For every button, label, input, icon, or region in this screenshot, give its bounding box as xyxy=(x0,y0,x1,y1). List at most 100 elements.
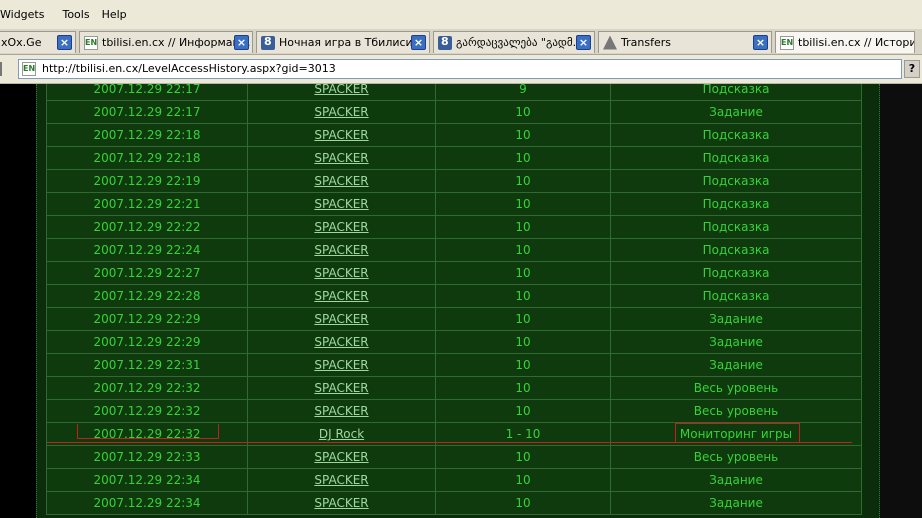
url-text[interactable]: http://tbilisi.en.cx/LevelAccessHistory.… xyxy=(42,60,336,78)
user-cell: SPACKER xyxy=(247,84,436,101)
user-link[interactable]: SPACKER xyxy=(314,450,368,464)
en-icon xyxy=(22,62,36,76)
time-cell: 2007.12.29 22:24 xyxy=(46,238,248,262)
level-cell: 10 xyxy=(435,215,611,239)
time-cell: 2007.12.29 22:29 xyxy=(46,307,248,331)
level-cell: 10 xyxy=(435,468,611,492)
g8-icon xyxy=(438,35,452,50)
page-content: 2007.12.29 22:17 SPACKER 9 Подсказка 2007.12… xyxy=(0,84,922,518)
en-icon xyxy=(84,35,98,50)
tab-xox[interactable]: xOx.Ge × xyxy=(0,31,76,53)
user-link[interactable]: SPACKER xyxy=(314,266,368,280)
table-row: 2007.12.29 22:21 SPACKER 10 Подсказка xyxy=(46,192,862,216)
tab-tbilisi-history[interactable]: tbilisi.en.cx // История xyxy=(775,31,915,53)
tab-label: Ночная игра в Тбилиси ... xyxy=(279,36,427,49)
table-row: 2007.12.29 22:31 SPACKER 10 Задание xyxy=(46,353,862,377)
time-cell: 2007.12.29 22:34 xyxy=(46,491,248,515)
help-button[interactable]: ? xyxy=(904,60,920,78)
type-cell: Весь уровень xyxy=(610,376,862,400)
close-icon[interactable]: × xyxy=(57,35,72,50)
level-cell: 10 xyxy=(435,146,611,170)
type-cell: Подсказка xyxy=(610,169,862,193)
level-cell: 10 xyxy=(435,307,611,331)
tab-label: Transfers xyxy=(621,36,671,49)
menu-widgets[interactable]: Widgets xyxy=(0,8,56,21)
user-link[interactable]: SPACKER xyxy=(314,496,368,510)
level-cell: 10 xyxy=(435,123,611,147)
user-cell: SPACKER xyxy=(247,215,436,239)
user-cell: SPACKER xyxy=(247,284,436,308)
type-cell: Весь уровень xyxy=(610,399,862,423)
level-cell: 10 xyxy=(435,399,611,423)
level-cell: 10 xyxy=(435,261,611,285)
g8-icon xyxy=(261,35,275,50)
table-row: 2007.12.29 22:32 SPACKER 10 Весь уровень xyxy=(46,399,862,423)
user-link[interactable]: SPACKER xyxy=(314,358,368,372)
level-cell: 10 xyxy=(435,445,611,469)
address-bar: http://tbilisi.en.cx/LevelAccessHistory.… xyxy=(0,55,922,84)
user-cell: SPACKER xyxy=(247,146,436,170)
satellite-icon xyxy=(603,35,617,50)
time-cell: 2007.12.29 22:34 xyxy=(46,468,248,492)
type-cell: Подсказка xyxy=(610,123,862,147)
tab-georgian[interactable]: გარდაცვალება "გადმ... × xyxy=(433,31,595,53)
user-cell: SPACKER xyxy=(247,468,436,492)
user-cell: SPACKER xyxy=(247,307,436,331)
url-field[interactable]: http://tbilisi.en.cx/LevelAccessHistory.… xyxy=(18,59,902,79)
user-link[interactable]: SPACKER xyxy=(314,312,368,326)
close-icon[interactable]: × xyxy=(234,35,249,50)
tab-label: tbilisi.en.cx // Информац... xyxy=(102,36,251,49)
type-cell: Подсказка xyxy=(610,238,862,262)
tab-label: xOx.Ge xyxy=(1,36,42,49)
level-cell: 10 xyxy=(435,192,611,216)
user-link[interactable]: SPACKER xyxy=(314,151,368,165)
menu-bar: Widgets Tools Help xyxy=(0,0,922,30)
user-link[interactable]: SPACKER xyxy=(314,174,368,188)
user-cell: SPACKER xyxy=(247,192,436,216)
user-link[interactable]: SPACKER xyxy=(314,84,368,96)
close-icon[interactable]: × xyxy=(753,35,768,50)
tab-tbilisi-info[interactable]: tbilisi.en.cx // Информац... × xyxy=(79,31,253,53)
tab-night-game[interactable]: Ночная игра в Тбилиси ... × xyxy=(256,31,430,53)
table-row: 2007.12.29 22:29 SPACKER 10 Задание xyxy=(46,307,862,331)
type-cell: Подсказка xyxy=(610,215,862,239)
user-cell: SPACKER xyxy=(247,123,436,147)
time-cell: 2007.12.29 22:31 xyxy=(46,353,248,377)
user-link[interactable]: SPACKER xyxy=(314,197,368,211)
time-cell: 2007.12.29 22:17 xyxy=(46,100,248,124)
type-cell: Задание xyxy=(610,307,862,331)
tab-transfers[interactable]: Transfers × xyxy=(598,31,772,53)
annotation-underline xyxy=(47,442,852,443)
user-cell: SPACKER xyxy=(247,399,436,423)
close-icon[interactable]: × xyxy=(411,35,426,50)
time-cell: 2007.12.29 22:33 xyxy=(46,445,248,469)
menu-help[interactable]: Help xyxy=(102,8,139,21)
user-link[interactable]: SPACKER xyxy=(314,335,368,349)
level-access-history-table: 2007.12.29 22:17 SPACKER 9 Подсказка 2007.12… xyxy=(46,84,862,515)
table-row: 2007.12.29 22:17 SPACKER 10 Задание xyxy=(46,100,862,124)
user-cell: SPACKER xyxy=(247,100,436,124)
user-link[interactable]: SPACKER xyxy=(314,404,368,418)
annotation-box-type xyxy=(675,423,800,442)
user-link[interactable]: DJ Rock xyxy=(319,427,364,441)
table-row: 2007.12.29 22:29 SPACKER 10 Задание xyxy=(46,330,862,354)
user-cell: SPACKER xyxy=(247,376,436,400)
user-cell: SPACKER xyxy=(247,445,436,469)
table-row: 2007.12.29 22:19 SPACKER 10 Подсказка xyxy=(46,169,862,193)
type-cell: Подсказка xyxy=(610,192,862,216)
level-cell: 10 xyxy=(435,353,611,377)
user-link[interactable]: SPACKER xyxy=(314,289,368,303)
user-link[interactable]: SPACKER xyxy=(314,128,368,142)
user-link[interactable]: SPACKER xyxy=(314,381,368,395)
close-icon[interactable]: × xyxy=(576,35,591,50)
user-link[interactable]: SPACKER xyxy=(314,243,368,257)
type-cell: Подсказка xyxy=(610,261,862,285)
menu-tools[interactable]: Tools xyxy=(56,8,101,21)
table-row: 2007.12.29 22:17 SPACKER 9 Подсказка xyxy=(46,84,862,101)
level-cell: 10 xyxy=(435,376,611,400)
user-link[interactable]: SPACKER xyxy=(314,220,368,234)
time-cell: 2007.12.29 22:28 xyxy=(46,284,248,308)
user-link[interactable]: SPACKER xyxy=(314,473,368,487)
user-link[interactable]: SPACKER xyxy=(314,105,368,119)
user-cell: SPACKER xyxy=(247,238,436,262)
